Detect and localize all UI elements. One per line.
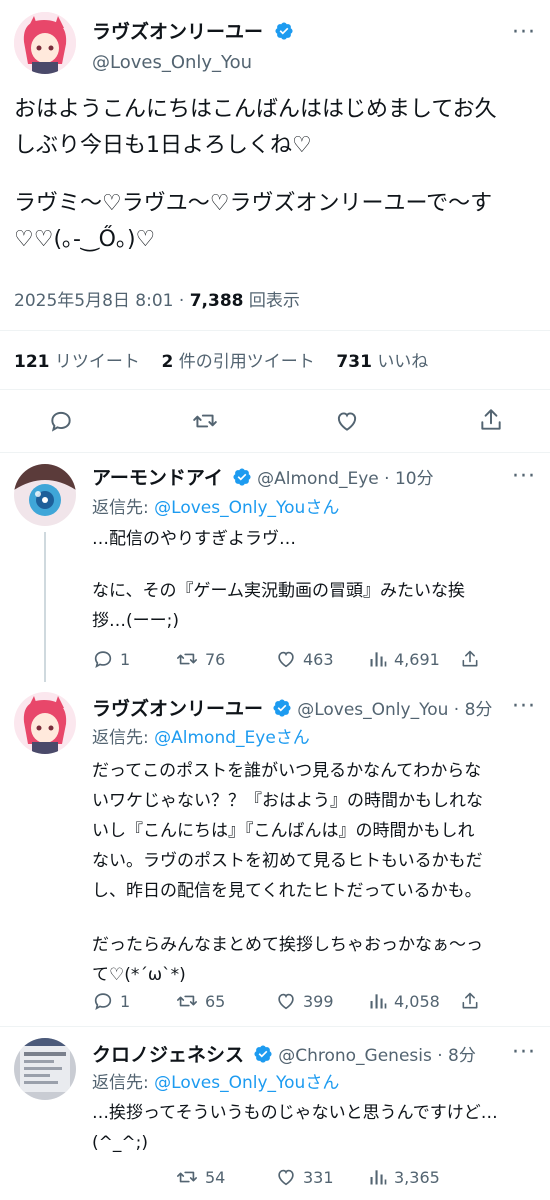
reply-icon[interactable] [48, 408, 74, 434]
reply-action[interactable]: 1 [92, 990, 130, 1012]
reply-count: 1 [120, 991, 131, 1011]
retweet-stat[interactable]: 121 リツイート [14, 352, 140, 372]
like-icon[interactable] [334, 408, 360, 434]
more-icon[interactable]: ··· [512, 694, 536, 719]
view-count: 3,365 [394, 1167, 440, 1187]
reply-avatar[interactable] [14, 692, 76, 754]
verified-badge-icon [233, 468, 251, 486]
reply-count: 1 [120, 649, 131, 669]
reply-text-line: いし『こんにちは』『こんばんは』の時間かもしれ [92, 821, 475, 841]
main-handle[interactable]: @Loves_Only_You [92, 52, 252, 73]
reply-handle[interactable]: @Almond_Eye · 10分 [257, 469, 433, 489]
quote-stat[interactable]: 2 件の引用ツイート [162, 352, 315, 372]
views-icon [370, 652, 387, 667]
views-icon [370, 994, 387, 1009]
reply-text-line: し、昨日の配信を見てくれたヒトだっているかも。 [92, 881, 482, 901]
meta-dot: · [178, 291, 185, 311]
like-count: 399 [303, 991, 334, 1011]
retweet-icon[interactable] [191, 408, 219, 434]
main-avatar[interactable] [14, 12, 76, 74]
retweet-icon [177, 995, 197, 1007]
like-stat[interactable]: 731 いいね [336, 352, 428, 372]
reply-text-line: いワケじゃない？？『おはよう』の時間かもしれな [92, 791, 483, 811]
reply-prefix: 返信先: [92, 498, 149, 518]
views-action[interactable]: 3,365 [368, 1166, 440, 1188]
like-action[interactable]: 399 [275, 990, 334, 1012]
views-action[interactable]: 4,691 [368, 648, 440, 670]
more-icon[interactable]: ··· [512, 20, 536, 45]
reply-to-link[interactable]: @Loves_Only_Youさん [154, 1073, 339, 1093]
thread-line [44, 532, 46, 682]
reply-text-line: なに、その『ゲーム実況動画の冒頭』みたいな挨 [92, 581, 465, 601]
reply-text-line: …配信のやりすぎよラヴ… [92, 529, 296, 549]
share-icon[interactable] [460, 990, 480, 1016]
retweet-icon [177, 1171, 197, 1183]
share-icon[interactable] [460, 648, 480, 674]
reply-avatar[interactable] [14, 1038, 76, 1100]
tweet-text-line: おはようこんにちはこんばんははじめましてお久 [14, 97, 497, 122]
retweet-count: 54 [205, 1167, 226, 1187]
reply-to-link[interactable]: @Almond_Eyeさん [154, 728, 310, 748]
reply-icon [94, 651, 112, 669]
reply-text-line: ない。ラヴのポストを初めて見るヒトもいるかもだ [92, 851, 483, 871]
reply-text-line: だったらみんなまとめて挨拶しちゃおっかなぁ〜っ [92, 935, 483, 955]
more-icon[interactable]: ··· [512, 1040, 536, 1065]
reply-prefix: 返信先: [92, 728, 149, 748]
retweet-action[interactable]: 65 [175, 990, 225, 1012]
reply-display-name[interactable]: アーモンドアイ [92, 467, 223, 489]
views-icon [370, 1170, 387, 1185]
verified-badge-icon [273, 699, 291, 717]
reply-handle[interactable]: @Chrono_Genesis · 8分 [278, 1046, 476, 1066]
like-count: 463 [303, 649, 334, 669]
tweet-text-line: しぶり今日も1日よろしくね♡ [14, 133, 312, 158]
reply-to-link[interactable]: @Loves_Only_Youさん [154, 498, 339, 518]
reply-text-line: (^_^;) [92, 1133, 148, 1153]
view-label: 回表示 [248, 291, 300, 311]
reply-icon [94, 993, 112, 1011]
reply-avatar[interactable] [14, 464, 76, 526]
reply-text-line: 拶…(ーー;) [92, 611, 179, 631]
retweet-action[interactable]: 54 [175, 1166, 225, 1188]
share-icon[interactable] [478, 407, 504, 433]
retweet-count: 65 [205, 991, 226, 1011]
reply-text-line: だってこのポストを誰がいつ見るかなんてわからな [92, 761, 482, 781]
tweet-text-line: ラヴミ〜♡ラヴユ〜♡ラヴズオンリーユーで〜す [14, 191, 493, 216]
retweet-count: 76 [205, 649, 226, 669]
like-action[interactable]: 463 [275, 648, 334, 670]
reply-display-name[interactable]: ラヴズオンリーユー [92, 698, 263, 720]
like-icon [278, 651, 294, 668]
reply-action[interactable]: 1 [92, 648, 130, 670]
tweet-text-line: ♡♡(｡-‿Ő｡)♡ [14, 227, 156, 252]
verified-badge-icon [275, 22, 293, 40]
reply-prefix: 返信先: [92, 1073, 149, 1093]
timestamp[interactable]: 2025年5月8日 8:01 [14, 291, 173, 311]
like-action[interactable]: 331 [275, 1166, 334, 1188]
reply-display-name[interactable]: クロノジェネシス [92, 1044, 244, 1066]
like-icon [278, 1169, 294, 1186]
like-icon [278, 993, 294, 1010]
view-count: 4,058 [394, 991, 440, 1011]
reply-text-line: て♡(*´ω`*) [92, 965, 186, 985]
verified-badge-icon [254, 1045, 272, 1063]
main-display-name[interactable]: ラヴズオンリーユー [92, 21, 263, 43]
view-count: 7,388 [189, 291, 244, 311]
view-count: 4,691 [394, 649, 440, 669]
more-icon[interactable]: ··· [512, 464, 536, 489]
reply-handle[interactable]: @Loves_Only_You · 8分 [297, 700, 492, 720]
retweet-icon [177, 653, 197, 665]
retweet-action[interactable]: 76 [175, 648, 225, 670]
like-count: 331 [303, 1167, 334, 1187]
reply-text-line: …挨拶ってそういうものじゃないと思うんですけど… [92, 1103, 498, 1123]
views-action[interactable]: 4,058 [368, 990, 440, 1012]
